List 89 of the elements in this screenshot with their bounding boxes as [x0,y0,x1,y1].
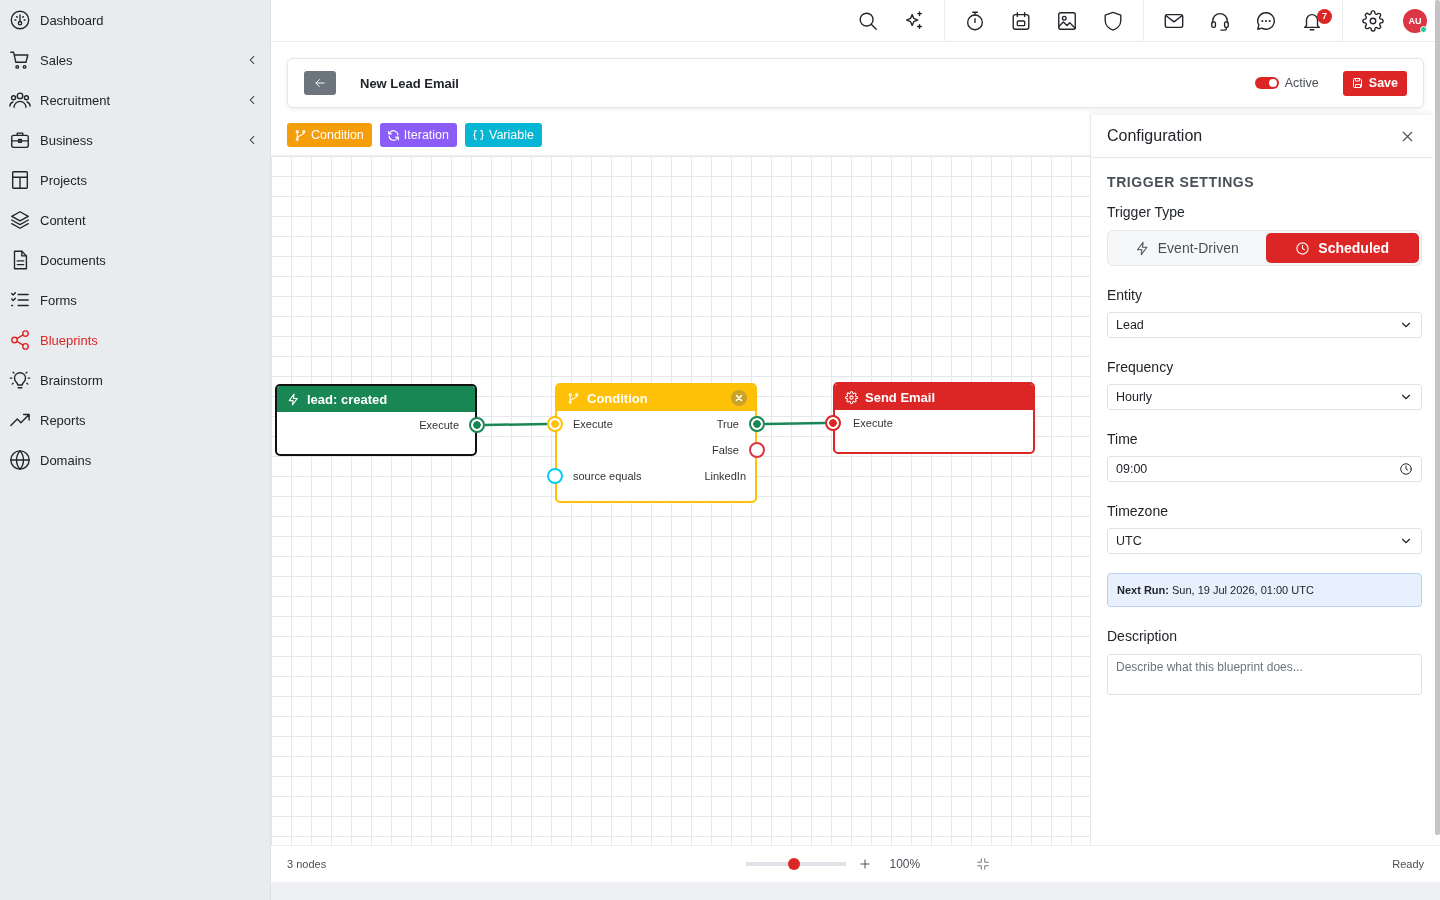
bolt-icon [287,392,300,406]
refresh-icon [386,128,400,142]
floppy-disk-icon [1351,77,1364,89]
sidebar-item[interactable]: Recruitment [0,80,270,120]
sidebar-item[interactable]: Business [0,120,270,160]
sidebar-item[interactable]: Domains [0,440,270,480]
branch-icon [294,128,307,142]
connector-line [764,421,826,426]
port-handle[interactable] [547,468,563,484]
port-handle[interactable] [825,415,841,431]
section-heading: TRIGGER SETTINGS [1107,174,1256,191]
compress-icon [975,857,990,871]
field-label: Description [1107,628,1179,645]
notifications-button[interactable]: 7 [1289,0,1335,41]
slider-thumb[interactable] [787,858,800,870]
chat-bubble-icon [1255,9,1277,32]
clock-icon [1399,462,1413,476]
select-field[interactable]: UTC [1107,528,1422,554]
port-handle[interactable] [547,416,563,432]
port-handle[interactable] [749,416,765,432]
port-handle[interactable] [469,417,485,433]
remove-node-icon[interactable] [731,390,747,406]
active-toggle[interactable] [1254,77,1279,89]
field-label: Entity [1107,287,1143,304]
settings-icon [1362,9,1384,32]
notification-count: 7 [1317,9,1332,24]
field-label: Trigger Type [1107,204,1186,221]
sidebar-item[interactable]: Projects [0,160,270,200]
sidebar-item[interactable]: Dashboard [0,0,270,40]
node-title: Condition [587,390,648,406]
fit-view-button[interactable] [975,857,990,871]
sparkles-icon [903,9,925,32]
sidebar-item[interactable]: Reports [0,400,270,440]
time-field[interactable]: 09:00 [1107,456,1422,482]
select-field[interactable]: Hourly [1107,384,1422,410]
sidebar-item[interactable]: Content [0,200,270,240]
arrow-left-icon [313,76,327,90]
port-label: Execute [573,418,613,430]
toggle-label: Active [1284,76,1319,90]
status-text: Ready [1392,858,1424,870]
port-label: True [716,418,739,430]
cart-icon [9,49,31,71]
select-field[interactable]: Lead [1107,312,1422,338]
node-count: 3 nodes [287,858,328,870]
gauge-icon [9,9,31,31]
connector-line [484,422,548,427]
stopwatch-icon [964,9,986,32]
image-icon [1056,9,1078,32]
layers-icon [9,209,31,231]
sidebar-item[interactable]: Brainstorm [0,360,270,400]
bolt-icon [1134,240,1150,256]
add-node-button[interactable]: Iteration [379,123,457,147]
trigger-type-option[interactable]: Event-Driven [1110,233,1264,263]
description-field[interactable]: Describe what this blueprint does... [1107,654,1422,695]
sidebar-item[interactable]: Documents [0,240,270,280]
plus-icon [857,857,872,871]
port-label: False [712,444,739,456]
port-label: Execute [853,417,893,429]
user-avatar[interactable]: AU [1403,8,1427,33]
calendar-icon [1010,9,1032,32]
share-nodes-icon [9,329,31,351]
layout-icon [9,169,31,191]
sidebar-item[interactable]: Sales [0,40,270,80]
lightbulb-icon [9,369,31,391]
globe-icon [9,449,31,471]
shield-icon [1102,9,1124,32]
scrollbar[interactable] [1435,0,1440,835]
next-run-info: Next Run: Sun, 19 Jul 2026, 01:00 UTC [1107,573,1422,607]
zoom-reading: 100% [889,857,922,871]
field-label: Frequency [1107,359,1175,376]
save-button[interactable]: Save [1342,70,1407,96]
trigger-type-option[interactable]: Scheduled [1265,233,1419,263]
blueprint-title: New Lead Email [360,75,459,91]
port-label: source equals [573,470,642,482]
clock-icon [1295,240,1311,256]
field-label: Timezone [1107,503,1169,520]
braces-icon [472,128,485,142]
node-title: Send Email [865,389,936,405]
panel-title: Configuration [1107,127,1203,145]
sidebar-item[interactable]: Forms [0,280,270,320]
node-title: lead: created [307,391,388,407]
branch-icon [567,391,580,405]
port-label: Execute [419,419,459,431]
sidebar-item[interactable]: Blueprints [0,320,270,360]
port-handle[interactable] [749,442,765,458]
gear-icon [845,390,858,404]
briefcase-icon [9,129,31,151]
field-value: LinkedIn [704,470,746,482]
field-label: Time [1107,431,1139,448]
